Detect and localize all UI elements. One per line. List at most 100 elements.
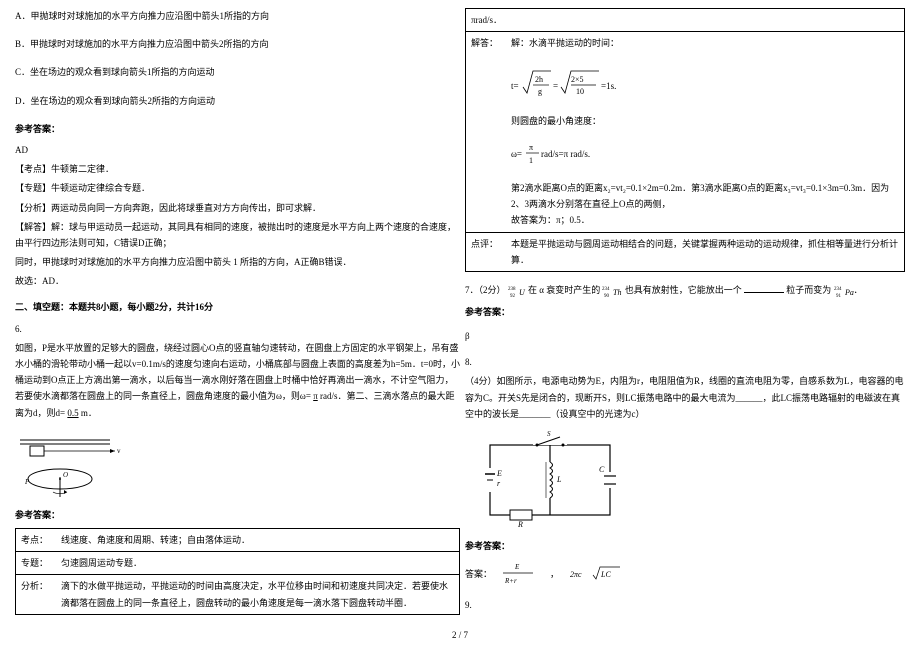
comment-label: 点评： [471,236,511,268]
row2-val: 匀速圆周运动专题． [61,555,142,571]
svg-text:91: 91 [836,294,842,299]
svg-text:238: 238 [508,287,516,292]
right-table: πrad/s． 解答： 解：水滴平抛运动的时间： t= 2h g = [465,8,905,272]
conclusion: 故选：AD． [15,273,460,289]
pi-rad-row: πrad/s． [466,9,904,32]
svg-text:答案：: 答案： [465,568,492,579]
answer-heading-2: 参考答案： [15,507,460,523]
conclusion-right: 故答案为：π；0.5． [511,212,899,228]
diagram-pulley-disk: v P O [15,429,125,499]
svg-text:C: C [599,465,605,474]
svg-text:234: 234 [834,287,842,292]
svg-text:，: ， [550,569,559,579]
solve-row: 解答： 解：水滴平抛运动的时间： t= 2h g = 2×5 [466,32,904,232]
right-column: πrad/s． 解答： 解：水滴平抛运动的时间： t= 2h g = [460,0,920,620]
option-b: B．甲抛球时对球施加的水平方向推力应沿图中箭头2所指的方向 [15,36,460,52]
q6-blank2: 0.5 [67,408,78,418]
svg-text:10: 10 [576,87,584,96]
svg-text:234: 234 [602,287,610,292]
svg-text:=: = [553,81,558,91]
row1-label: 考点： [21,532,61,548]
svg-text:r: r [497,479,501,488]
svg-text:P: P [24,478,30,486]
svg-text:1: 1 [529,156,533,165]
formula-1: t= 2h g = 2×5 10 =1s. [511,59,899,104]
svg-text:R: R [517,520,523,529]
svg-text:E: E [514,563,520,571]
svg-text:t=: t= [511,81,519,91]
left-column: A．甲抛球时对球施加的水平方向推力应沿图中箭头1所指的方向 B．甲抛球时对球施加… [0,0,460,620]
q7: 7．（2分） 238 92U 在 α 衰变时产生的 234 90Th 也具有放射性，… [465,282,905,299]
q7-blank-label: 粒子而变为 [786,285,831,295]
svg-text:2×5: 2×5 [571,75,584,84]
q8-text: （4分）如图所示，电源电动势为E，内阻为r，电阻阻值为R，线圈的直流电阻为零，自… [465,373,905,422]
q7-text-2: 也具有放射性，它能放出一个 [625,285,742,295]
row3-val: 滴下的水做平抛运动，平抛运动的时间由高度决定，水平位移由时间和初速度共同决定．若… [61,578,454,610]
min-angular-text: 则圆盘的最小角速度： [511,113,899,129]
svg-text:92: 92 [510,294,516,299]
topic: 【专题】牛顿运动定律综合专题． [15,180,460,196]
svg-text:g: g [538,87,542,96]
svg-text:Pa: Pa [844,288,854,297]
svg-text:v: v [117,447,121,455]
solve-2: 同时，甲抛球时对球施加的水平方向推力应沿图中箭头 1 所指的方向，A正确B错误． [15,254,460,270]
svg-text:=1s.: =1s. [601,81,616,91]
svg-text:ω=: ω= [511,149,522,159]
svg-text:π: π [529,143,533,152]
q7-num: 7．（2分） [465,285,506,295]
answer-heading-4: 参考答案： [465,538,905,554]
svg-text:LC: LC [600,570,611,579]
isotope-1-icon: 238 92U [508,283,526,299]
isotope-2-icon: 234 90Th [602,283,622,299]
option-c: C．坐在场边的观众看到球向箭头1所指的方向运动 [15,64,460,80]
analysis: 【分析】两运动员向同一方向奔跑，因此将球垂直对方方向传出，即可求解． [15,200,460,216]
answer-value: AD [15,142,460,158]
solve-label: 解答： [471,35,511,51]
answer-beta: β [465,328,905,344]
page-content: A．甲抛球时对球施加的水平方向推力应沿图中箭头1所指的方向 B．甲抛球时对球施加… [0,0,920,620]
solve-1: 【解答】解：球与甲运动员一起运动，其同具有相同的速度，被抛出时的速度是水平方向上… [15,219,460,251]
svg-text:Th: Th [613,288,621,297]
row1-val: 线速度、角速度和周期、转速；自由落体运动． [61,532,250,548]
comment-row: 点评： 本题是平抛运动与圆周运动相结合的问题，关键掌握两种运动的运动规律，抓住相… [466,233,904,271]
option-a: A．甲抛球时对球施加的水平方向推力应沿图中箭头1所指的方向 [15,8,460,24]
row3-label: 分析： [21,578,61,610]
solve-text: 解：水滴平抛运动的时间： [511,35,899,51]
formula-2: ω= π 1 rad/s=π rad/s. [511,137,899,172]
page-number: 2 / 7 [0,627,920,643]
answer-heading: 参考答案： [15,121,460,137]
answer-formulas: 答案： E R+r ， 2πc LC [465,559,905,592]
comment-val: 本题是平抛运动与圆周运动相结合的问题，关键掌握两种运动的运动规律，抓住相等量进行… [511,236,899,268]
svg-text:rad/s=π rad/s.: rad/s=π rad/s. [541,149,590,159]
analysis-table: 考点： 线速度、角速度和周期、转速；自由落体运动． 专题： 匀速圆周运动专题． … [15,528,460,615]
pi-rad-text: πrad/s． [471,12,502,28]
table-row-kaodian: 考点： 线速度、角速度和周期、转速；自由落体运动． [16,529,459,552]
answer-heading-3: 参考答案： [465,304,905,320]
q7-text-1: 在 α 衰变时产生的 [528,285,600,295]
q6-blank1: π [313,391,318,401]
svg-text:R+r: R+r [504,577,517,585]
svg-text:2πc: 2πc [570,570,582,579]
svg-text:O: O [63,471,68,479]
exam-point: 【考点】牛顿第二定律． [15,161,460,177]
drop-distance: 第2滴水距离O点的距离x₂=vt₂=0.1×2m=0.2m．第3滴水距离O点的距… [511,180,899,212]
q7-blank [744,292,784,293]
isotope-3-icon: 234 91Pa [834,283,854,299]
q8-number: 8. [465,354,905,370]
q9-num: 9. [465,597,905,613]
svg-text:U: U [519,288,526,297]
q6-number: 6. [15,321,460,337]
svg-text:E: E [496,469,502,478]
option-d: D．坐在场边的观众看到球向箭头2所指的方向运动 [15,93,460,109]
section-2-title: 二、填空题：本题共8小题，每小题2分，共计16分 [15,299,460,315]
q6-text: 如图，P是水平放置的足够大的圆盘，绕经过圆心O点的竖直轴匀速转动，在圆盘上方固定… [15,340,460,421]
diagram-lc-circuit: S E r L C R [475,430,625,530]
svg-text:90: 90 [604,294,610,299]
svg-text:S: S [547,430,551,438]
table-row-zhuanti: 专题： 匀速圆周运动专题． [16,552,459,575]
row2-label: 专题： [21,555,61,571]
svg-text:L: L [556,475,562,484]
q6-unit2: m． [81,408,97,418]
table-row-fenxi: 分析： 滴下的水做平抛运动，平抛运动的时间由高度决定，水平位移由时间和初速度共同… [16,575,459,613]
svg-text:2h: 2h [535,75,543,84]
